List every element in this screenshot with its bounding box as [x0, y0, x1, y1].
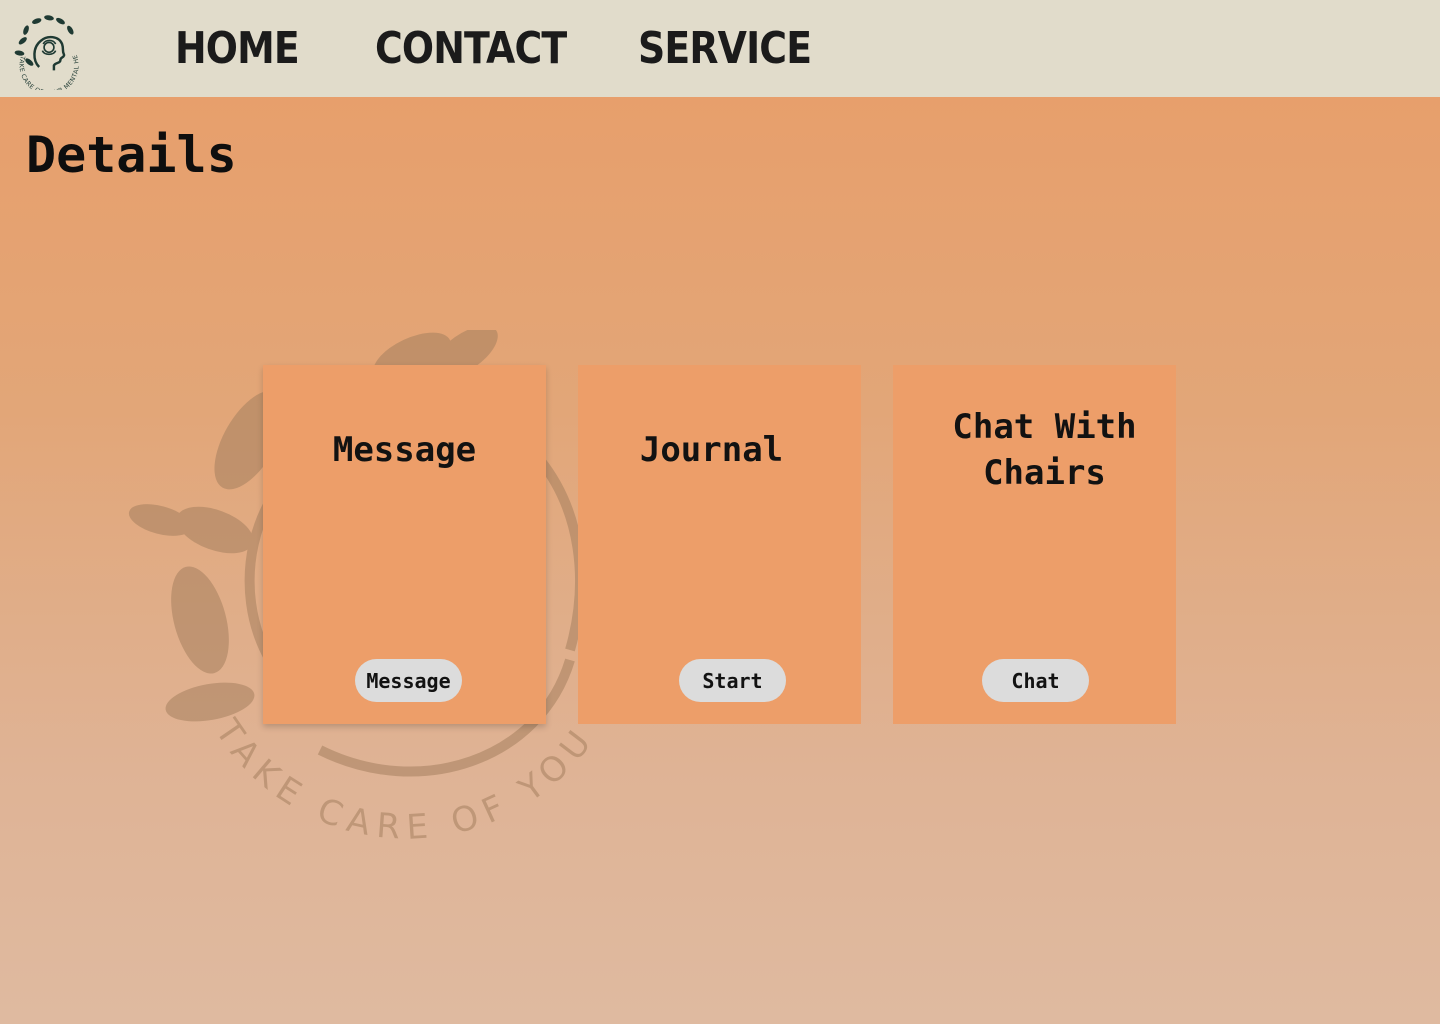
top-nav-bar: TAKE CARE OF YOUR MENTAL HEALTH HOME CON…	[0, 0, 1440, 97]
start-journal-button[interactable]: Start	[679, 659, 786, 702]
card-title: Journal	[639, 430, 784, 470]
page-title: Details	[26, 126, 237, 184]
journal-card: Journal Start	[578, 365, 861, 724]
chat-button[interactable]: Chat	[982, 659, 1089, 702]
nav-contact-link[interactable]: CONTACT	[375, 24, 567, 74]
chat-card: Chat With Chairs Chat	[893, 365, 1176, 724]
card-title: Chat With Chairs	[952, 407, 1137, 493]
nav-home-link[interactable]: HOME	[175, 24, 300, 74]
mental-health-logo-icon[interactable]: TAKE CARE OF YOUR MENTAL HEALTH	[8, 8, 90, 90]
message-button[interactable]: Message	[355, 659, 462, 702]
card-title: Message	[332, 430, 477, 470]
nav-service-link[interactable]: SERVICE	[638, 24, 812, 74]
message-card: Message Message	[263, 365, 546, 724]
